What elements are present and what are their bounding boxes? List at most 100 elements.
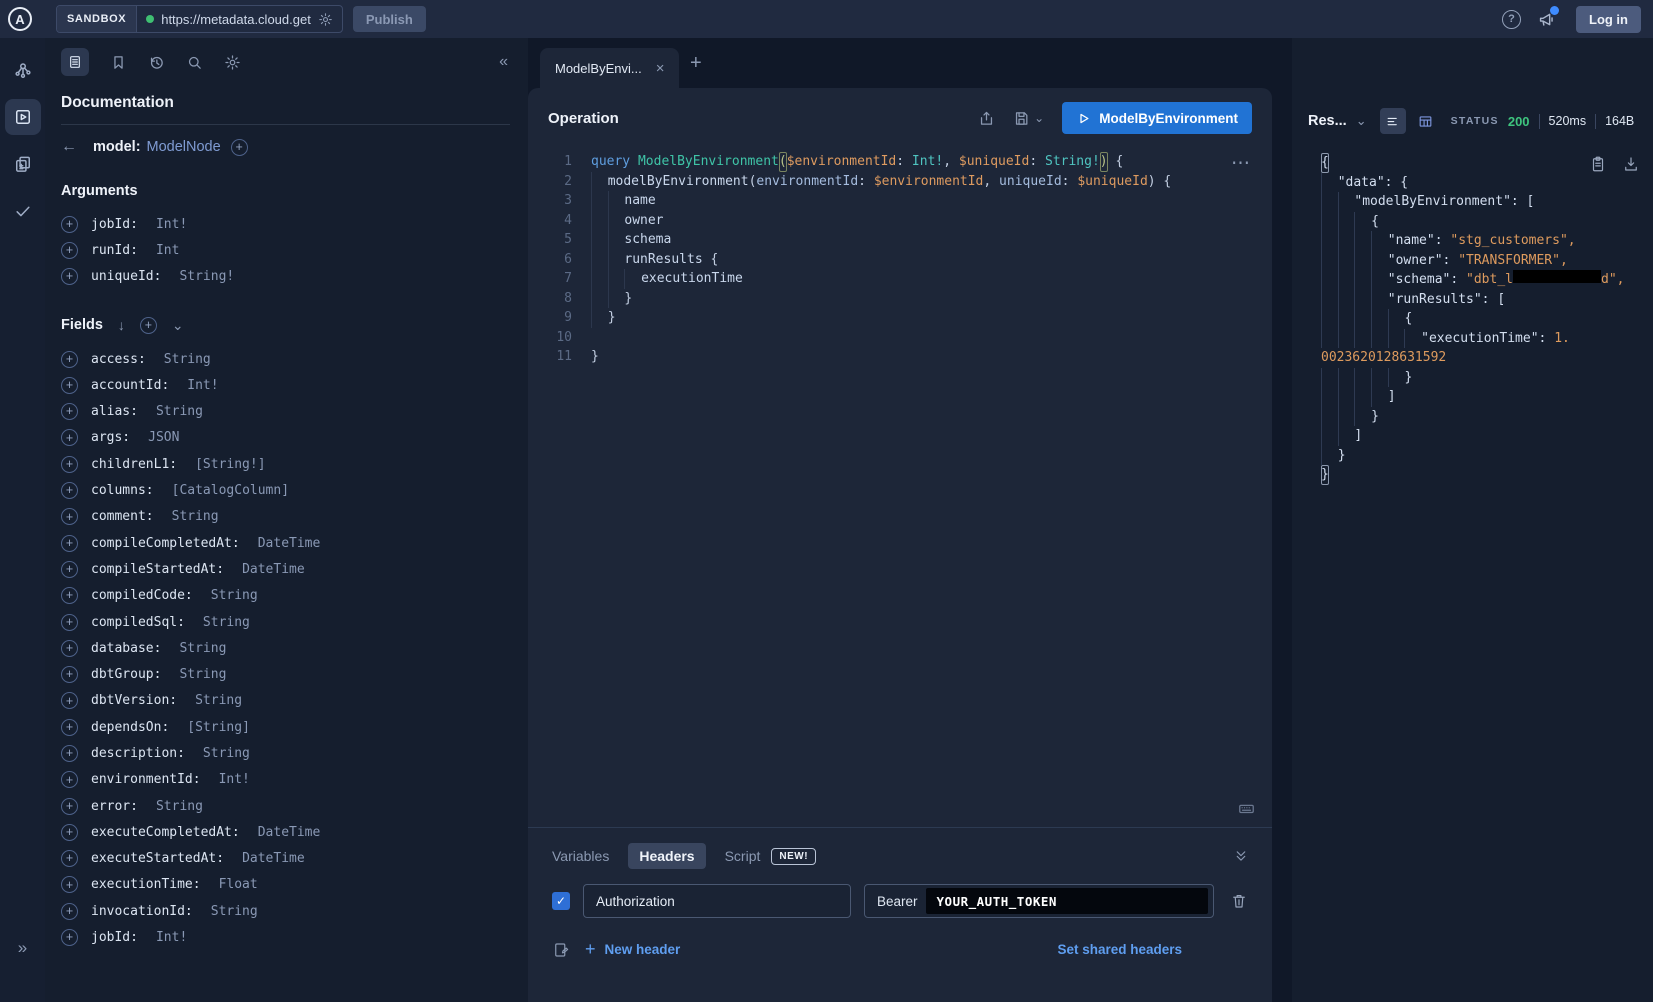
doc-field-type[interactable]: [CatalogColumn] — [172, 483, 289, 498]
documentation-tab-icon[interactable] — [61, 48, 89, 76]
add-to-query-icon[interactable]: + — [61, 429, 78, 446]
settings-icon[interactable] — [224, 54, 241, 71]
field-row[interactable]: +description:String — [61, 740, 510, 766]
argument-row[interactable]: +uniqueId:String! — [61, 264, 510, 290]
save-options-chevron-icon[interactable]: ⌄ — [1034, 111, 1044, 125]
field-row[interactable]: +alias:String — [61, 398, 510, 424]
doc-field-type[interactable]: String — [179, 667, 226, 682]
doc-field-type[interactable]: String — [156, 404, 203, 419]
explorer-icon[interactable] — [5, 99, 41, 135]
add-to-query-icon[interactable]: + — [61, 351, 78, 368]
raw-view-icon[interactable] — [1380, 108, 1406, 134]
header-enabled-checkbox[interactable]: ✓ — [552, 892, 570, 910]
operation-tab[interactable]: ModelByEnvi... × — [540, 48, 679, 88]
add-to-query-icon[interactable]: + — [61, 216, 78, 233]
add-to-query-icon[interactable]: + — [61, 535, 78, 552]
add-to-query-icon[interactable]: + — [61, 903, 78, 920]
doc-field-type[interactable]: JSON — [148, 430, 179, 445]
download-response-icon[interactable] — [1622, 155, 1640, 173]
field-row[interactable]: +error:String — [61, 793, 510, 819]
schema-graph-icon[interactable] — [5, 52, 41, 88]
field-row[interactable]: +childrenL1:[String!] — [61, 451, 510, 477]
doc-field-type[interactable]: Int! — [156, 930, 187, 945]
tab-headers[interactable]: Headers — [628, 843, 705, 869]
changelog-icon[interactable] — [5, 146, 41, 182]
doc-field-type[interactable]: Float — [219, 877, 258, 892]
field-row[interactable]: +executeStartedAt:DateTime — [61, 846, 510, 872]
doc-field-type[interactable]: DateTime — [242, 851, 305, 866]
argument-row[interactable]: +runId:Int — [61, 237, 510, 263]
add-to-query-icon[interactable]: + — [61, 876, 78, 893]
add-to-query-icon[interactable]: + — [61, 692, 78, 709]
doc-field-type[interactable]: String — [179, 641, 226, 656]
sort-fields-icon[interactable]: ↓ — [118, 317, 125, 333]
publish-button[interactable]: Publish — [353, 6, 426, 32]
breadcrumb-type[interactable]: ModelNode — [147, 139, 221, 155]
response-dropdown-chevron-icon[interactable]: ⌄ — [1356, 113, 1367, 129]
collapse-panel-icon[interactable]: « — [499, 53, 508, 71]
doc-field-type[interactable]: [String] — [187, 720, 250, 735]
field-row[interactable]: +compileCompletedAt:DateTime — [61, 530, 510, 556]
field-row[interactable]: +compiledSql:String — [61, 609, 510, 635]
add-fields-icon[interactable]: + — [140, 317, 157, 334]
add-all-fields-icon[interactable]: + — [231, 139, 248, 156]
new-header-button[interactable]: + New header — [585, 939, 680, 960]
field-row[interactable]: +jobId:Int! — [61, 924, 510, 950]
field-row[interactable]: +invocationId:String — [61, 898, 510, 924]
field-row[interactable]: +dependsOn:[String] — [61, 714, 510, 740]
add-to-query-icon[interactable]: + — [61, 929, 78, 946]
add-to-query-icon[interactable]: + — [61, 508, 78, 525]
field-row[interactable]: +dbtGroup:String — [61, 661, 510, 687]
tab-variables[interactable]: Variables — [552, 848, 609, 864]
doc-field-type[interactable]: Int! — [187, 378, 218, 393]
add-to-query-icon[interactable]: + — [61, 242, 78, 259]
add-to-query-icon[interactable]: + — [61, 798, 78, 815]
doc-field-type[interactable]: DateTime — [258, 825, 321, 840]
doc-field-type[interactable]: Int! — [156, 217, 187, 232]
argument-row[interactable]: +jobId:Int! — [61, 211, 510, 237]
auth-token-value[interactable]: YOUR_AUTH_TOKEN — [926, 888, 1208, 914]
doc-field-type[interactable]: String — [203, 615, 250, 630]
add-to-query-icon[interactable]: + — [61, 824, 78, 841]
doc-field-type[interactable]: String — [195, 693, 242, 708]
apollo-logo[interactable]: A — [8, 7, 32, 31]
query-editor[interactable]: 1query ModelByEnvironment($environmentId… — [528, 148, 1272, 828]
new-tab-icon[interactable]: + — [690, 52, 702, 75]
response-title[interactable]: Res... — [1308, 113, 1347, 129]
doc-field-type[interactable]: DateTime — [258, 536, 321, 551]
expand-rail-icon[interactable]: » — [0, 938, 45, 958]
add-to-query-icon[interactable]: + — [61, 482, 78, 499]
field-row[interactable]: +environmentId:Int! — [61, 767, 510, 793]
help-icon[interactable]: ? — [1502, 10, 1521, 29]
add-to-query-icon[interactable]: + — [61, 666, 78, 683]
run-operation-button[interactable]: ModelByEnvironment — [1062, 102, 1252, 134]
add-to-query-icon[interactable]: + — [61, 771, 78, 788]
endpoint-url-input[interactable]: https://metadata.cloud.get — [137, 6, 342, 32]
table-view-icon[interactable] — [1417, 113, 1434, 130]
header-key-input[interactable]: Authorization — [583, 884, 851, 918]
header-value-input[interactable]: Bearer YOUR_AUTH_TOKEN — [864, 884, 1214, 918]
collapse-request-panel-icon[interactable] — [1232, 847, 1250, 865]
add-to-query-icon[interactable]: + — [61, 640, 78, 657]
field-row[interactable]: +dbtVersion:String — [61, 688, 510, 714]
fields-options-chevron-icon[interactable]: ⌄ — [172, 317, 184, 334]
field-row[interactable]: +database:String — [61, 635, 510, 661]
doc-field-type[interactable]: String — [211, 588, 258, 603]
save-operation-control[interactable]: ⌄ — [1013, 110, 1044, 127]
add-to-query-icon[interactable]: + — [61, 745, 78, 762]
doc-field-type[interactable]: String — [164, 352, 211, 367]
doc-field-type[interactable]: String — [172, 509, 219, 524]
announcements-icon[interactable] — [1537, 10, 1556, 29]
field-row[interactable]: +compiledCode:String — [61, 583, 510, 609]
field-row[interactable]: +executeCompletedAt:DateTime — [61, 819, 510, 845]
add-to-query-icon[interactable]: + — [61, 614, 78, 631]
add-to-query-icon[interactable]: + — [61, 850, 78, 867]
doc-field-type[interactable]: Int! — [219, 772, 250, 787]
endpoint-settings-icon[interactable] — [318, 12, 333, 27]
doc-field-type[interactable]: [String!] — [195, 457, 265, 472]
close-tab-icon[interactable]: × — [656, 60, 665, 77]
login-button[interactable]: Log in — [1576, 6, 1641, 33]
set-shared-headers-link[interactable]: Set shared headers — [1057, 942, 1182, 957]
copy-response-icon[interactable] — [1589, 155, 1607, 173]
add-to-query-icon[interactable]: + — [61, 268, 78, 285]
